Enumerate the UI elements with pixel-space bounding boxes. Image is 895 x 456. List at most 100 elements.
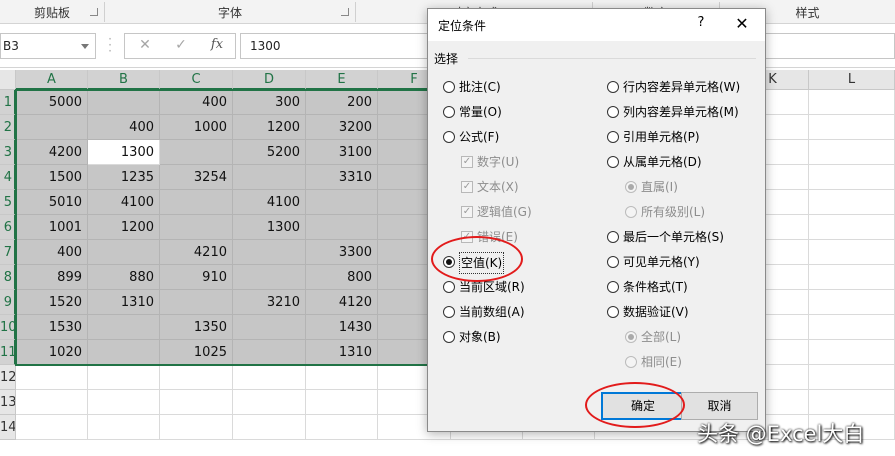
cell[interactable]	[16, 415, 88, 440]
cell[interactable]: 3200	[306, 115, 378, 140]
radio-icon[interactable]	[607, 306, 619, 318]
radio-icon[interactable]	[607, 256, 619, 268]
cell[interactable]: 1025	[160, 340, 233, 365]
cell[interactable]: 1000	[160, 115, 233, 140]
cell[interactable]: 400	[16, 240, 88, 265]
cell[interactable]	[233, 365, 306, 390]
cell[interactable]	[233, 240, 306, 265]
cell[interactable]: 1235	[88, 165, 160, 190]
cell[interactable]: 4100	[233, 190, 306, 215]
cell[interactable]: 1520	[16, 290, 88, 315]
name-box[interactable]: B3	[0, 33, 96, 59]
radio-icon[interactable]	[443, 256, 455, 268]
column-header[interactable]: L	[809, 70, 895, 90]
cell[interactable]	[809, 265, 895, 290]
dialog-launcher-icon[interactable]	[90, 8, 98, 16]
cell[interactable]	[160, 215, 233, 240]
cell[interactable]: 3254	[160, 165, 233, 190]
insert-function-icon[interactable]: fx	[205, 37, 229, 55]
cell[interactable]	[233, 390, 306, 415]
dialog-launcher-icon[interactable]	[341, 8, 349, 16]
row-header[interactable]: 2	[0, 115, 16, 140]
help-icon[interactable]: ?	[693, 15, 709, 33]
cell[interactable]: 300	[233, 90, 306, 115]
cancel-icon[interactable]: ✕	[133, 37, 157, 55]
cell[interactable]	[233, 165, 306, 190]
cell[interactable]: 3300	[306, 240, 378, 265]
radio-icon[interactable]	[443, 106, 455, 118]
row-header[interactable]: 4	[0, 165, 16, 190]
row-header[interactable]: 12	[0, 365, 16, 390]
cell[interactable]: 400	[160, 90, 233, 115]
cell[interactable]	[809, 90, 895, 115]
cell[interactable]	[809, 340, 895, 365]
cell[interactable]	[160, 190, 233, 215]
cell[interactable]	[306, 390, 378, 415]
cell[interactable]	[88, 390, 160, 415]
cell[interactable]: 5200	[233, 140, 306, 165]
cell[interactable]	[160, 290, 233, 315]
row-header[interactable]: 13	[0, 390, 16, 415]
cell[interactable]	[233, 315, 306, 340]
cell[interactable]: 910	[160, 265, 233, 290]
cell[interactable]	[16, 115, 88, 140]
cell[interactable]: 1310	[306, 340, 378, 365]
cell[interactable]: 1001	[16, 215, 88, 240]
cell[interactable]: 200	[306, 90, 378, 115]
cell[interactable]	[809, 365, 895, 390]
cell[interactable]: 4210	[160, 240, 233, 265]
select-all-corner[interactable]	[0, 70, 16, 90]
cell[interactable]	[88, 90, 160, 115]
cell[interactable]: 3100	[306, 140, 378, 165]
cell[interactable]	[306, 215, 378, 240]
cell[interactable]: 1530	[16, 315, 88, 340]
cell[interactable]: 3310	[306, 165, 378, 190]
column-header[interactable]: B	[88, 70, 160, 90]
cell[interactable]: 800	[306, 265, 378, 290]
cell[interactable]	[306, 190, 378, 215]
radio-icon[interactable]	[443, 331, 455, 343]
cell[interactable]	[809, 315, 895, 340]
row-header[interactable]: 6	[0, 215, 16, 240]
cell[interactable]: 1500	[16, 165, 88, 190]
radio-icon[interactable]	[607, 281, 619, 293]
cell[interactable]: 400	[88, 115, 160, 140]
cell[interactable]	[306, 415, 378, 440]
dialog-titlebar[interactable]: 定位条件 ? ✕	[428, 9, 765, 41]
cell[interactable]: 1200	[88, 215, 160, 240]
row-header[interactable]: 5	[0, 190, 16, 215]
cell[interactable]	[88, 315, 160, 340]
cell[interactable]	[809, 390, 895, 415]
cell[interactable]	[160, 140, 233, 165]
cell[interactable]	[88, 340, 160, 365]
row-header[interactable]: 8	[0, 265, 16, 290]
cell[interactable]	[88, 415, 160, 440]
radio-icon[interactable]	[443, 131, 455, 143]
cell[interactable]	[88, 240, 160, 265]
cell[interactable]	[809, 215, 895, 240]
radio-icon[interactable]	[443, 281, 455, 293]
cell[interactable]	[233, 415, 306, 440]
cell[interactable]	[809, 190, 895, 215]
row-header[interactable]: 3	[0, 140, 16, 165]
cell[interactable]	[16, 365, 88, 390]
radio-icon[interactable]	[607, 131, 619, 143]
row-header[interactable]: 7	[0, 240, 16, 265]
radio-icon[interactable]	[443, 81, 455, 93]
radio-icon[interactable]	[443, 306, 455, 318]
cell[interactable]	[160, 415, 233, 440]
row-header[interactable]: 1	[0, 90, 16, 115]
cell[interactable]	[160, 365, 233, 390]
cell[interactable]	[809, 290, 895, 315]
enter-icon[interactable]: ✓	[169, 37, 193, 55]
cell[interactable]: 1350	[160, 315, 233, 340]
cell[interactable]: 899	[16, 265, 88, 290]
column-header[interactable]: E	[306, 70, 378, 90]
cell[interactable]: 5010	[16, 190, 88, 215]
cell[interactable]: 4100	[88, 190, 160, 215]
cell[interactable]	[306, 365, 378, 390]
cell[interactable]: 3210	[233, 290, 306, 315]
ok-button[interactable]: 确定	[601, 392, 685, 420]
row-header[interactable]: 9	[0, 290, 16, 315]
cell[interactable]: 4120	[306, 290, 378, 315]
